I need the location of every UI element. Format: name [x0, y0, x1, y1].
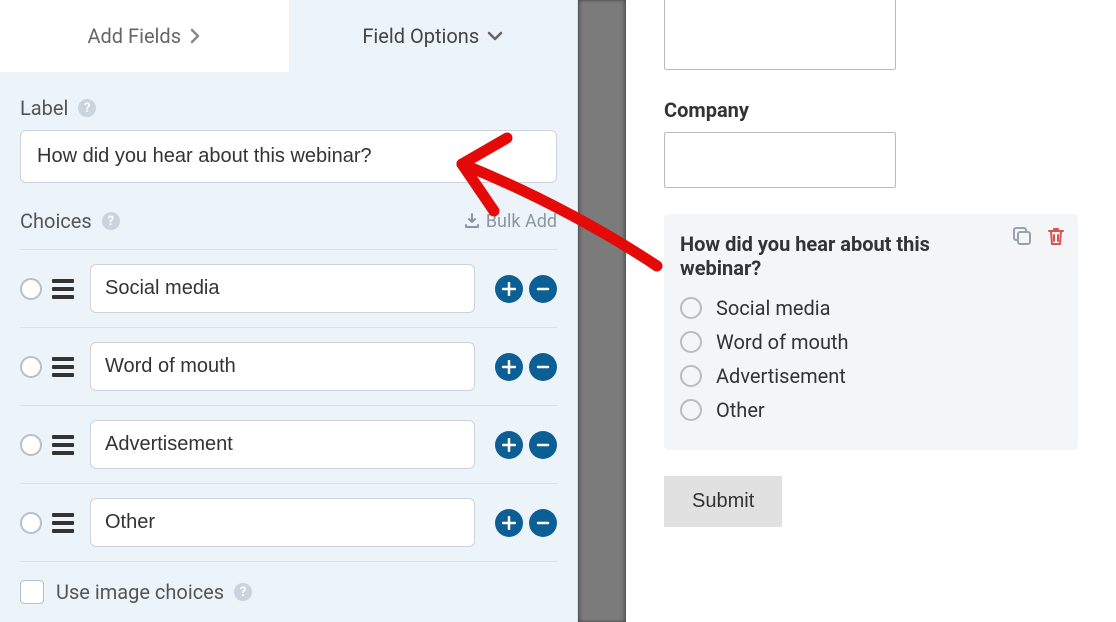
download-icon: [464, 213, 480, 229]
tab-field-options[interactable]: Field Options: [289, 0, 578, 72]
delete-field-button[interactable]: [1044, 224, 1068, 248]
preview-company-field: Company: [664, 98, 1078, 188]
company-text-input[interactable]: [664, 132, 896, 188]
choice-text-input[interactable]: [90, 264, 475, 313]
choice-row: [20, 249, 557, 327]
panel-tabs: Add Fields Field Options: [0, 0, 577, 72]
remove-choice-button[interactable]: [529, 509, 557, 537]
field-label-input[interactable]: [20, 130, 557, 183]
choice-default-radio[interactable]: [20, 278, 42, 300]
tab-add-fields-label: Add Fields: [87, 24, 181, 48]
add-choice-button[interactable]: [495, 275, 523, 303]
choice-default-radio[interactable]: [20, 512, 42, 534]
drag-handle-icon[interactable]: [52, 511, 74, 535]
field-action-buttons: [1010, 224, 1068, 248]
use-image-choices-label: Use image choices: [56, 580, 224, 604]
preview-text-input[interactable]: [664, 0, 896, 70]
use-image-choices-checkbox[interactable]: [20, 580, 44, 604]
label-section-header: Label ?: [20, 96, 557, 120]
radio-option-label: Social media: [716, 296, 830, 320]
submit-button[interactable]: Submit: [664, 476, 782, 527]
duplicate-field-button[interactable]: [1010, 224, 1034, 248]
remove-choice-button[interactable]: [529, 275, 557, 303]
remove-choice-button[interactable]: [529, 431, 557, 459]
company-field-label: Company: [664, 98, 1078, 122]
drag-handle-icon[interactable]: [52, 433, 74, 457]
add-choice-button[interactable]: [495, 431, 523, 459]
panel-divider: [578, 0, 626, 622]
radio-option-list: Social media Word of mouth Advertisement…: [680, 296, 1062, 422]
add-choice-button[interactable]: [495, 353, 523, 381]
selected-multiple-choice-field[interactable]: How did you hear about this webinar? Soc…: [664, 214, 1078, 450]
tab-field-options-label: Field Options: [362, 24, 479, 48]
form-preview: Company How did you hear about this webi…: [626, 0, 1116, 622]
radio-option[interactable]: Other: [680, 398, 1062, 422]
drag-handle-icon[interactable]: [52, 355, 74, 379]
options-body: Label ? Choices ? Bulk Add: [0, 72, 577, 622]
add-choice-button[interactable]: [495, 509, 523, 537]
radio-option[interactable]: Advertisement: [680, 364, 1062, 388]
radio-option[interactable]: Social media: [680, 296, 1062, 320]
radio-option-label: Other: [716, 398, 765, 422]
bulk-add-link[interactable]: Bulk Add: [464, 211, 557, 232]
radio-option-label: Word of mouth: [716, 330, 849, 354]
label-title: Label: [20, 96, 68, 120]
choice-row: [20, 405, 557, 483]
radio-circle-icon: [680, 365, 702, 387]
selected-field-label: How did you hear about this webinar?: [680, 232, 1062, 280]
remove-choice-button[interactable]: [529, 353, 557, 381]
field-options-panel: Add Fields Field Options Label ? Choices…: [0, 0, 578, 622]
bulk-add-label: Bulk Add: [486, 211, 557, 232]
choices-header: Choices ? Bulk Add: [20, 209, 557, 233]
chevron-down-icon: [487, 30, 503, 42]
duplicate-icon: [1011, 225, 1033, 247]
choice-text-input[interactable]: [90, 498, 475, 547]
radio-circle-icon: [680, 297, 702, 319]
help-icon[interactable]: ?: [102, 212, 120, 230]
choice-row: [20, 327, 557, 405]
help-icon[interactable]: ?: [234, 583, 252, 601]
choices-title: Choices: [20, 209, 92, 233]
choice-row: [20, 483, 557, 561]
choice-default-radio[interactable]: [20, 356, 42, 378]
radio-circle-icon: [680, 399, 702, 421]
radio-option-label: Advertisement: [716, 364, 846, 388]
image-choices-row: Use image choices ?: [20, 561, 557, 622]
choice-default-radio[interactable]: [20, 434, 42, 456]
choice-text-input[interactable]: [90, 420, 475, 469]
tab-add-fields[interactable]: Add Fields: [0, 0, 289, 72]
trash-icon: [1046, 225, 1066, 247]
choice-text-input[interactable]: [90, 342, 475, 391]
help-icon[interactable]: ?: [78, 99, 96, 117]
chevron-right-icon: [189, 28, 201, 44]
drag-handle-icon[interactable]: [52, 277, 74, 301]
radio-option[interactable]: Word of mouth: [680, 330, 1062, 354]
radio-circle-icon: [680, 331, 702, 353]
